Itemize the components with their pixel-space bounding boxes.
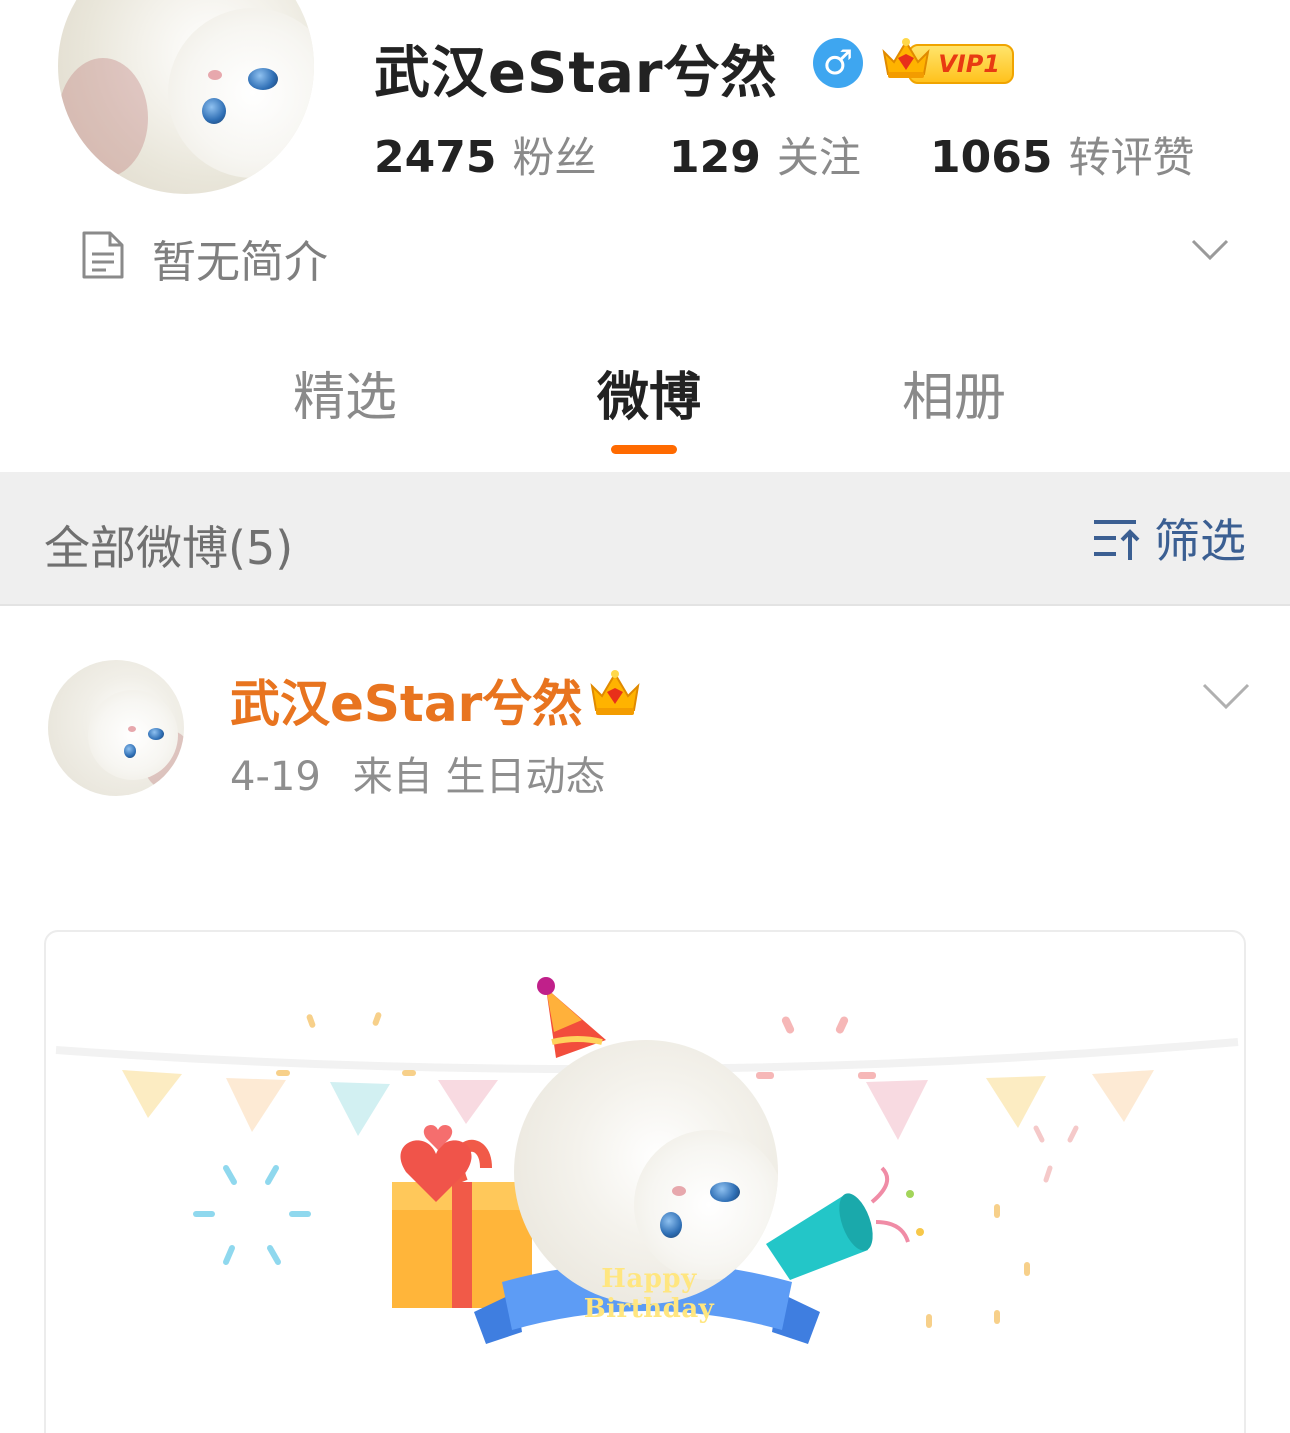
post-source: 来自 生日动态 [352, 754, 606, 800]
filter-label: 筛选 [1154, 514, 1246, 568]
all-posts-count: 全部微博(5) [44, 521, 294, 575]
weibo-profile-page: 武汉eStar兮然 ♂ VIP1 2475 粉丝 129 关注 1065 转评赞 [0, 0, 1290, 1433]
filter-sort-icon [1094, 520, 1140, 560]
stat-label: 粉丝 [512, 133, 597, 182]
filter-button[interactable]: 筛选 [1092, 510, 1246, 568]
happy-birthday-banner: Happy Birthday [583, 1264, 715, 1324]
tab-weibo[interactable]: 微博 [597, 355, 701, 430]
crown-icon [590, 670, 640, 715]
birthday-card[interactable]: Happy Birthday [44, 930, 1246, 1433]
post-author-avatar[interactable] [48, 660, 184, 796]
bio-text: 暂无简介 [152, 237, 328, 288]
chevron-down-icon[interactable] [1190, 236, 1230, 264]
stat-followers[interactable]: 2475 粉丝 [374, 124, 596, 185]
tab-featured[interactable]: 精选 [293, 355, 397, 430]
bio-row[interactable]: 暂无简介 [80, 226, 1240, 288]
stat-label: 转评赞 [1068, 133, 1195, 182]
stat-interactions[interactable]: 1065 转评赞 [930, 124, 1194, 185]
male-icon: ♂ [813, 38, 863, 88]
profile-avatar[interactable] [58, 0, 314, 194]
stat-following[interactable]: 129 关注 [669, 124, 861, 185]
tab-album[interactable]: 相册 [902, 355, 1006, 430]
profile-username: 武汉eStar兮然 [374, 41, 778, 106]
post-meta: 4-19 来自 生日动态 [230, 744, 606, 802]
stat-value: 129 [669, 132, 761, 183]
chevron-down-icon[interactable] [1200, 680, 1252, 712]
post-date: 4-19 [230, 754, 321, 800]
post-card[interactable]: 武汉eStar兮然 4-19 来自 生日动态 Happy Birthday [0, 608, 1290, 1433]
document-icon [82, 231, 124, 279]
stat-value: 1065 [930, 132, 1053, 183]
post-author-name[interactable]: 武汉eStar兮然 [230, 664, 582, 736]
stat-label: 关注 [776, 133, 861, 182]
profile-header: 武汉eStar兮然 ♂ VIP1 2475 粉丝 129 关注 1065 转评赞 [0, 0, 1290, 470]
crown-icon [882, 38, 930, 78]
vip-badge[interactable]: VIP1 [880, 38, 1016, 86]
filter-bar: 全部微博(5) 筛选 [0, 472, 1290, 606]
stat-value: 2475 [374, 132, 497, 183]
active-tab-indicator [611, 445, 677, 454]
